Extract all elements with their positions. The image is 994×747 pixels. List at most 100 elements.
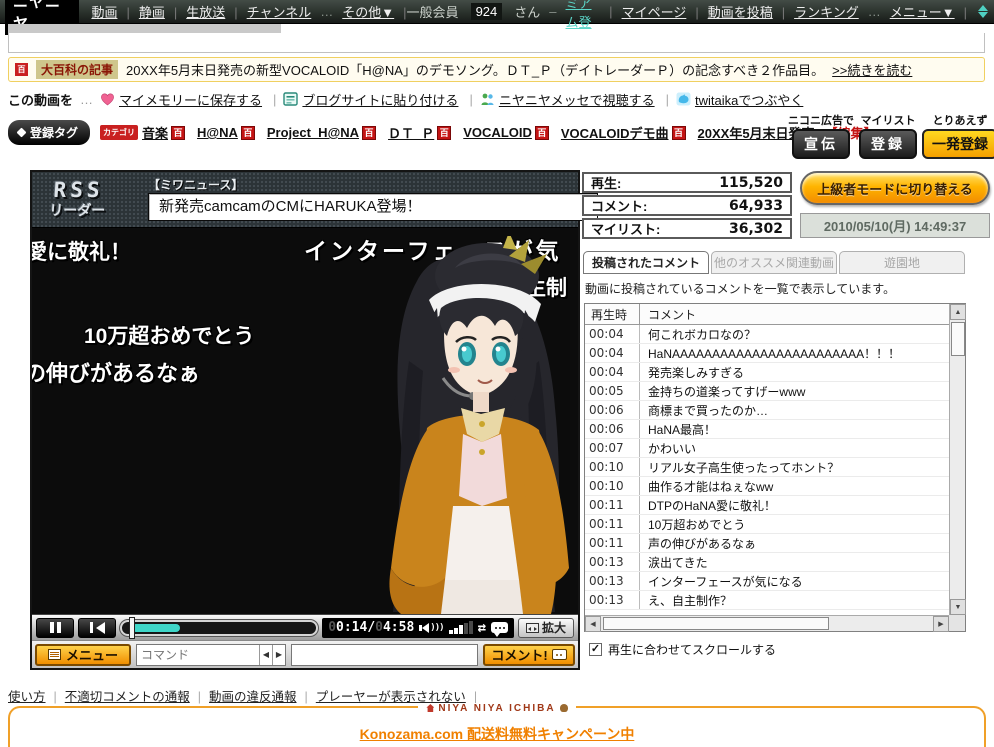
- comment-list-header: 再生時 コメント: [585, 304, 949, 325]
- advanced-mode-button[interactable]: 上級者モードに切り替える: [800, 171, 990, 205]
- twitaika-tweet-link[interactable]: twitaikaでつぶやく: [676, 90, 803, 109]
- comment-row[interactable]: 00:04 HaNAAAAAAAAAAAAAAAAAAAAAAAA！！！: [585, 344, 949, 363]
- comment-text: かわいい: [648, 441, 697, 456]
- dictionary-icon[interactable]: 百: [171, 125, 186, 140]
- tag-link[interactable]: VOCALOID: [463, 125, 532, 140]
- volume-level[interactable]: [448, 621, 473, 635]
- dash: –: [549, 4, 557, 19]
- dictionary-icon[interactable]: 百: [534, 125, 549, 140]
- nav-link[interactable]: 静画: [139, 2, 177, 21]
- comment-text: 金持ちの道楽ってすげーwww: [648, 384, 806, 399]
- comment-row[interactable]: 00:04 何これボカロなの？: [585, 325, 949, 344]
- seek-bar[interactable]: [120, 616, 319, 639]
- scroll-up-button[interactable]: ▲: [950, 304, 966, 320]
- comment-row[interactable]: 00:10 曲作る才能はねぇなww: [585, 477, 949, 496]
- comment-row[interactable]: 00:11 声の伸びがあるなぁ: [585, 534, 949, 553]
- menu-button[interactable]: メニュー: [35, 643, 131, 666]
- heart-icon: [101, 93, 114, 106]
- nav-link[interactable]: 動画を投稿: [708, 2, 785, 21]
- comment-text: DTPのHaNA愛に敬礼！: [648, 498, 777, 513]
- comment-row[interactable]: 00:05 金持ちの道楽ってすげーwww: [585, 382, 949, 401]
- nav-more-menu[interactable]: その他▼: [342, 2, 406, 21]
- comment-time: 00:07: [585, 439, 640, 457]
- buffered-progress: [131, 623, 181, 632]
- autoscroll-checkbox[interactable]: ✓: [589, 643, 602, 656]
- comment-row[interactable]: 00:13 涙出てきた: [585, 553, 949, 572]
- tab-posted-comments[interactable]: 投稿されたコメント: [583, 251, 709, 274]
- command-prev-arrow[interactable]: ◀: [259, 644, 272, 665]
- mylist-count-row: マイリスト: 36,302: [582, 218, 792, 239]
- scroll-right-button[interactable]: ▶: [933, 616, 949, 632]
- messe-watch-link[interactable]: ニヤニヤメッセで視聴する: [480, 90, 669, 109]
- vertical-scroll-thumb[interactable]: [951, 322, 965, 356]
- comment-time: 00:04: [585, 363, 640, 381]
- comment-text: HaNAAAAAAAAAAAAAAAAAAAAAAAA！！！: [648, 346, 901, 361]
- comment-row[interactable]: 00:07 かわいい: [585, 439, 949, 458]
- nav-link[interactable]: ランキング: [794, 2, 859, 21]
- comment-count: 64,933: [728, 197, 783, 214]
- read-more-link[interactable]: >>続きを読む: [832, 60, 912, 79]
- comment-text: インターフェースが気になる: [648, 574, 803, 589]
- comment-text: HaNA最高！: [648, 422, 717, 437]
- tag-icon: [16, 127, 27, 138]
- tag-link[interactable]: H@NA: [197, 125, 238, 140]
- scroll-left-button[interactable]: ◀: [585, 616, 601, 632]
- dictionary-news-bar: 百 大百科の記事 20XX年5月末日発売の新型VOCALOID「H@NA」のデモ…: [8, 57, 985, 82]
- quick-register-button[interactable]: 一発登録: [922, 129, 994, 159]
- tag-link[interactable]: VOCALOIDデモ曲: [561, 123, 669, 142]
- comment-row[interactable]: 00:06 HaNA最高！: [585, 420, 949, 439]
- advertise-button[interactable]: 宣伝: [792, 129, 850, 159]
- news-text: 20XX年5月末日発売の新型VOCALOID「H@NA」のデモソング。ＤＴ_Ｐ（…: [126, 63, 825, 78]
- mylist-register-button[interactable]: 登録: [859, 129, 917, 159]
- tab-recommended-videos[interactable]: 他のオススメ関連動画: [711, 251, 837, 274]
- dictionary-icon[interactable]: 百: [671, 125, 686, 140]
- comment-text: え、自主制作？: [648, 593, 733, 608]
- comment-text-input[interactable]: [291, 643, 478, 666]
- speaker-icon[interactable]: ))): [419, 622, 445, 633]
- nav-menu[interactable]: メニュー▼: [890, 2, 967, 21]
- rss-reader-logo[interactable]: RSS リーダー: [49, 178, 108, 220]
- dictionary-icon[interactable]: 百: [437, 125, 452, 140]
- comment-row[interactable]: 00:13 え、自主制作？: [585, 591, 949, 610]
- konozama-campaign-link[interactable]: Konozama.com 配送料無料キャンペーン中: [360, 724, 635, 744]
- scroll-down-button[interactable]: ▼: [950, 599, 966, 615]
- nav-link[interactable]: マイページ: [622, 2, 699, 21]
- nav-link[interactable]: 動画: [91, 2, 129, 21]
- video-screen[interactable]: 愛に敬礼！ インターフェースが気 え、自主制 10万超おめでとう の伸びがあるな…: [32, 227, 578, 615]
- dictionary-icon[interactable]: 百: [362, 125, 377, 140]
- mymemory-save-link[interactable]: マイメモリーに保存する: [100, 90, 276, 109]
- tab-amusement-park[interactable]: 遊園地: [839, 251, 965, 274]
- nav-ellipsis: …: [867, 4, 881, 19]
- comment-row[interactable]: 00:11 10万超おめでとう: [585, 515, 949, 534]
- pause-button[interactable]: [36, 617, 74, 638]
- comment-row[interactable]: 00:06 商標まで買ったのか…: [585, 401, 949, 420]
- dictionary-icon[interactable]: 百: [240, 125, 255, 140]
- mylist-buttons: ニコニ広告で 宣伝 マイリスト 登録 とりあえず 一発登録: [788, 112, 994, 159]
- comment-toggle-icon[interactable]: [491, 622, 508, 638]
- tag-link[interactable]: Project_H@NA: [267, 125, 359, 140]
- comment-row[interactable]: 00:04 発売楽しみすぎる: [585, 363, 949, 382]
- comment-row[interactable]: 00:13 インターフェースが気になる: [585, 572, 949, 591]
- enlarge-player-button[interactable]: 拡大: [518, 617, 574, 638]
- nav-link[interactable]: チャンネル: [247, 2, 312, 21]
- news-label: 大百科の記事: [36, 60, 119, 79]
- horizontal-scrollbar[interactable]: ◀ ▶: [585, 615, 949, 632]
- nav-link[interactable]: 生放送: [186, 2, 237, 21]
- command-next-arrow[interactable]: ▶: [272, 644, 285, 665]
- command-input[interactable]: [137, 647, 259, 662]
- skip-to-start-button[interactable]: [78, 617, 116, 638]
- seek-handle[interactable]: [128, 616, 135, 639]
- repeat-icon[interactable]: ⇄: [478, 620, 486, 636]
- vertical-scrollbar[interactable]: ▲ ▼: [949, 304, 966, 615]
- scroll-updown-icon[interactable]: [978, 5, 988, 18]
- blog-embed-link[interactable]: ブログサイトに貼り付ける: [283, 90, 472, 109]
- post-comment-button[interactable]: コメント!: [483, 643, 575, 666]
- comment-row[interactable]: 00:11 DTPのHaNA愛に敬礼！: [585, 496, 949, 515]
- horizontal-scroll-thumb[interactable]: [603, 617, 829, 630]
- registered-tags-button[interactable]: 登録タグ: [8, 120, 91, 145]
- blog-icon: [283, 92, 299, 106]
- comment-row[interactable]: 00:10 リアル女子高生使ったってホント？: [585, 458, 949, 477]
- nav-right-links: マイページ動画を投稿ランキング: [622, 2, 859, 21]
- tag-link[interactable]: 音楽: [142, 123, 168, 142]
- tag-link[interactable]: ＤＴ_Ｐ: [388, 123, 434, 142]
